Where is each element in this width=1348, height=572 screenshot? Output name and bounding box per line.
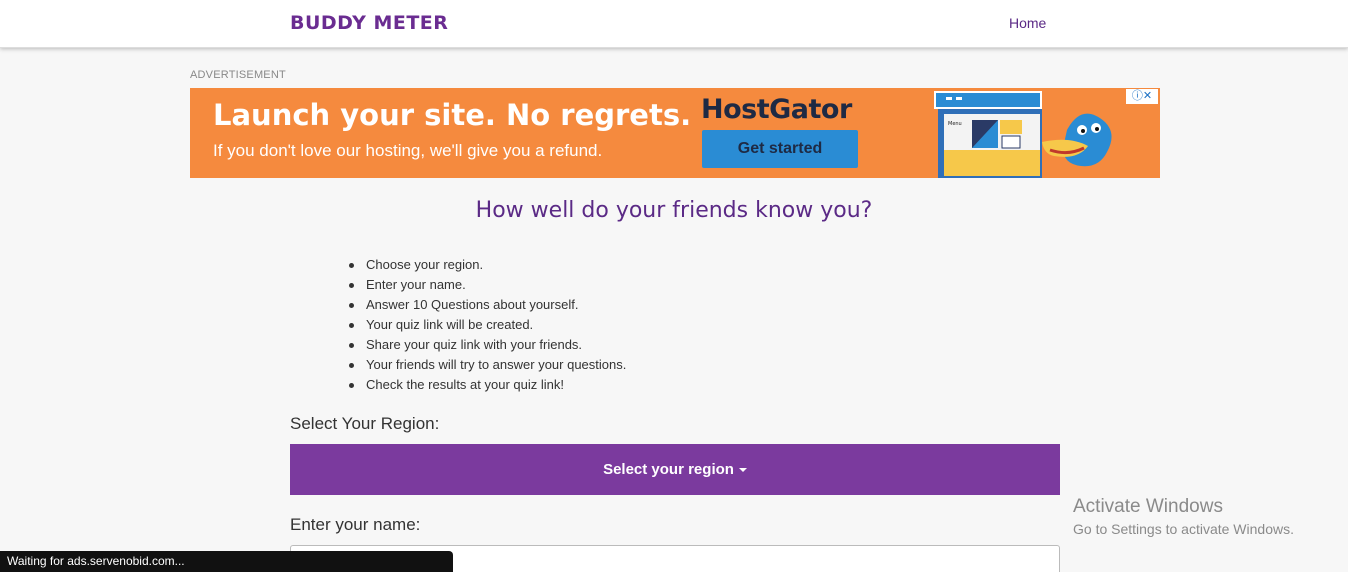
region-label: Select Your Region:	[290, 414, 440, 433]
page-title: How well do your friends know you?	[475, 198, 873, 223]
ad-subline: If you don't love our hosting, we'll giv…	[213, 141, 603, 160]
select-region-dropdown[interactable]: Select your region	[290, 444, 1060, 495]
list-item: Check the results at your quiz link!	[348, 376, 626, 396]
ad-choices-icon[interactable]: ⓘ✕	[1126, 89, 1158, 104]
advertisement-label: ADVERTISEMENT	[190, 69, 286, 81]
brand-logo[interactable]: BUDDY METER	[290, 12, 448, 34]
list-item: Choose your region.	[348, 256, 626, 276]
instructions-list: Choose your region. Enter your name. Ans…	[348, 256, 626, 396]
svg-text:Menu: Menu	[948, 121, 962, 127]
caret-down-icon	[738, 468, 747, 473]
browser-status-bar: Waiting for ads.servenobid.com...	[0, 551, 453, 572]
list-item: Share your quiz link with your friends.	[348, 336, 626, 356]
ad-illustration: Menu	[934, 91, 1112, 178]
ad-banner[interactable]: Launch your site. No regrets. If you don…	[190, 88, 1160, 178]
list-item: Your friends will try to answer your que…	[348, 356, 626, 376]
windows-activation-title: Activate Windows	[1073, 496, 1223, 517]
list-item: Answer 10 Questions about yourself.	[348, 296, 626, 316]
ad-get-started-button[interactable]: Get started	[702, 130, 858, 168]
list-item: Your quiz link will be created.	[348, 316, 626, 336]
ad-brand-logo: HostGator	[701, 94, 852, 125]
list-item: Enter your name.	[348, 276, 626, 296]
region-button-label: Select your region	[603, 461, 734, 478]
top-navbar: BUDDY METER Home	[0, 0, 1348, 48]
windows-activation-subtitle: Go to Settings to activate Windows.	[1073, 521, 1294, 537]
ad-headline: Launch your site. No regrets.	[213, 98, 692, 132]
windows-activation-watermark: Activate Windows Go to Settings to activ…	[1073, 495, 1294, 539]
name-label: Enter your name:	[290, 515, 421, 534]
nav-home-link[interactable]: Home	[1009, 15, 1046, 31]
